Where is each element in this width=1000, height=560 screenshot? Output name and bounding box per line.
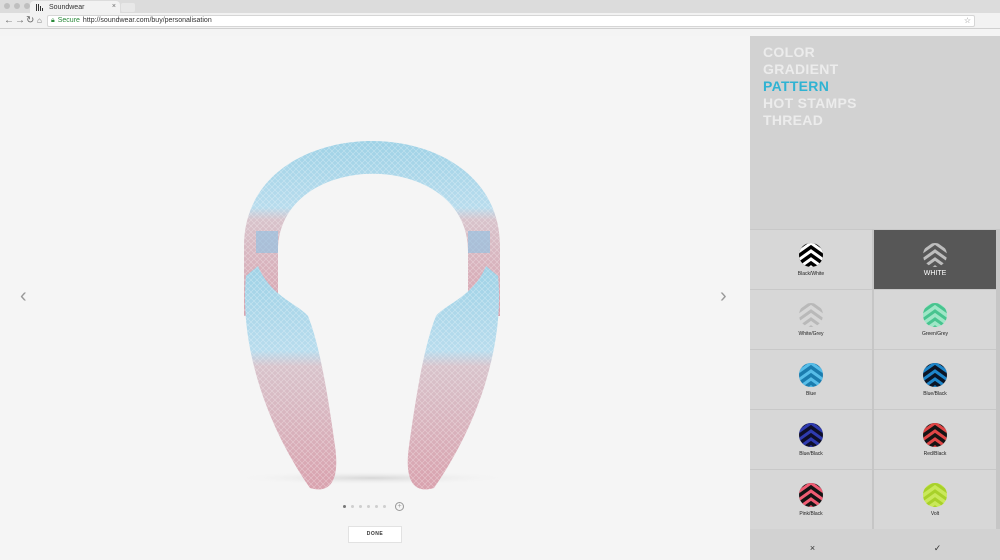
pager-dot[interactable] bbox=[359, 505, 362, 508]
chevron-pattern-swatch-icon bbox=[923, 302, 947, 327]
address-bar: ← → ↻ ⌂ 🔒︎ Secure http://soundwear.com/buy… bbox=[0, 13, 1000, 29]
pattern-option[interactable]: Blue bbox=[750, 349, 872, 409]
pattern-option-label: White/Grey bbox=[798, 330, 824, 337]
pattern-option[interactable]: WHITE bbox=[874, 229, 996, 289]
pattern-option-label: Blue/Black bbox=[923, 390, 947, 397]
chevron-pattern-swatch-icon bbox=[923, 422, 947, 447]
prev-view-arrow[interactable]: ‹ bbox=[20, 286, 27, 306]
pattern-option[interactable]: Red/Black bbox=[874, 409, 996, 469]
lock-icon: 🔒︎ bbox=[51, 17, 55, 24]
pattern-option[interactable]: Pink/Black bbox=[750, 469, 872, 529]
done-button[interactable]: DONE bbox=[348, 526, 402, 543]
reload-icon[interactable]: ↻ bbox=[26, 15, 34, 27]
cancel-button[interactable]: × bbox=[750, 536, 875, 560]
headphones-image bbox=[232, 141, 512, 490]
minimize-window-button[interactable] bbox=[14, 3, 20, 9]
chevron-pattern-swatch-icon bbox=[799, 302, 823, 327]
chevron-pattern-swatch-icon bbox=[923, 242, 947, 267]
menu-item-gradient[interactable]: GRADIENT bbox=[763, 61, 857, 78]
back-arrow-icon[interactable]: ← bbox=[4, 15, 14, 27]
browser-tab[interactable]: Soundwear × bbox=[30, 1, 120, 13]
pattern-option-label: Green/Grey bbox=[921, 330, 949, 337]
next-view-arrow[interactable]: › bbox=[720, 286, 727, 306]
soundwear-favicon-icon bbox=[36, 3, 45, 11]
pattern-option-label: Blue bbox=[805, 390, 816, 397]
menu-item-thread[interactable]: THREAD bbox=[763, 112, 857, 129]
bookmark-star-icon[interactable]: ☆ bbox=[964, 16, 971, 26]
tab-close-icon[interactable]: × bbox=[112, 3, 116, 10]
view-pager: + bbox=[343, 502, 404, 511]
zoom-plus-icon[interactable]: + bbox=[395, 502, 404, 511]
pager-dot[interactable] bbox=[383, 505, 386, 508]
pattern-option-label: Blue/Black bbox=[799, 450, 823, 457]
confirm-button[interactable]: ✓ bbox=[875, 536, 1000, 560]
pattern-option-label: Red/Black bbox=[923, 450, 947, 457]
menu-item-pattern[interactable]: PATTERN bbox=[763, 78, 857, 95]
tab-strip: Soundwear × bbox=[0, 0, 1000, 13]
menu-item-color[interactable]: COLOR bbox=[763, 44, 857, 61]
pattern-grid: Black/White WHITE White/Grey Green/Grey Blue… bbox=[750, 229, 1000, 529]
pager-dot[interactable] bbox=[343, 505, 346, 508]
menu-item-hot-stamps[interactable]: HOT STAMPS bbox=[763, 95, 857, 112]
pattern-option[interactable]: Blue/Black bbox=[750, 409, 872, 469]
pattern-option[interactable]: Volt bbox=[874, 469, 996, 529]
pager-dot[interactable] bbox=[351, 505, 354, 508]
secure-label: Secure bbox=[57, 17, 80, 24]
home-icon[interactable]: ⌂ bbox=[37, 15, 42, 27]
close-window-button[interactable] bbox=[4, 3, 10, 9]
pattern-option[interactable]: Black/White bbox=[750, 229, 872, 289]
window-controls bbox=[4, 3, 30, 9]
pattern-option-label: Volt bbox=[930, 510, 940, 517]
chevron-pattern-swatch-icon bbox=[799, 422, 823, 447]
chevron-pattern-swatch-icon bbox=[923, 362, 947, 387]
pattern-option-label: Pink/Black bbox=[799, 510, 823, 517]
pattern-option[interactable]: Green/Grey bbox=[874, 289, 996, 349]
chevron-pattern-swatch-icon bbox=[799, 482, 823, 507]
product-viewer: ‹ › + DONE bbox=[0, 36, 750, 560]
chevron-pattern-swatch-icon bbox=[923, 482, 947, 507]
url-input[interactable]: 🔒︎ Secure http://soundwear.com/buy/persona… bbox=[47, 15, 975, 27]
new-tab-button[interactable] bbox=[121, 3, 135, 12]
customization-panel: COLOR GRADIENT PATTERN HOT STAMPS THREAD Bla… bbox=[750, 36, 1000, 560]
chevron-pattern-swatch-icon bbox=[799, 242, 823, 267]
pager-dot[interactable] bbox=[367, 505, 370, 508]
pattern-option[interactable]: White/Grey bbox=[750, 289, 872, 349]
pager-dot[interactable] bbox=[375, 505, 378, 508]
option-menu: COLOR GRADIENT PATTERN HOT STAMPS THREAD bbox=[763, 44, 857, 129]
pattern-option[interactable]: Blue/Black bbox=[874, 349, 996, 409]
forward-arrow-icon[interactable]: → bbox=[15, 15, 25, 27]
panel-actions: × ✓ bbox=[750, 536, 1000, 560]
url-text: http://soundwear.com/buy/personalisation bbox=[82, 17, 212, 24]
chevron-pattern-swatch-icon bbox=[799, 362, 823, 387]
tab-title: Soundwear bbox=[49, 3, 85, 11]
pattern-option-label: WHITE bbox=[923, 269, 947, 277]
browser-window: Soundwear × ← → ↻ ⌂ 🔒︎ Secure http://sound… bbox=[0, 0, 1000, 560]
pattern-option-label: Black/White bbox=[797, 270, 825, 277]
